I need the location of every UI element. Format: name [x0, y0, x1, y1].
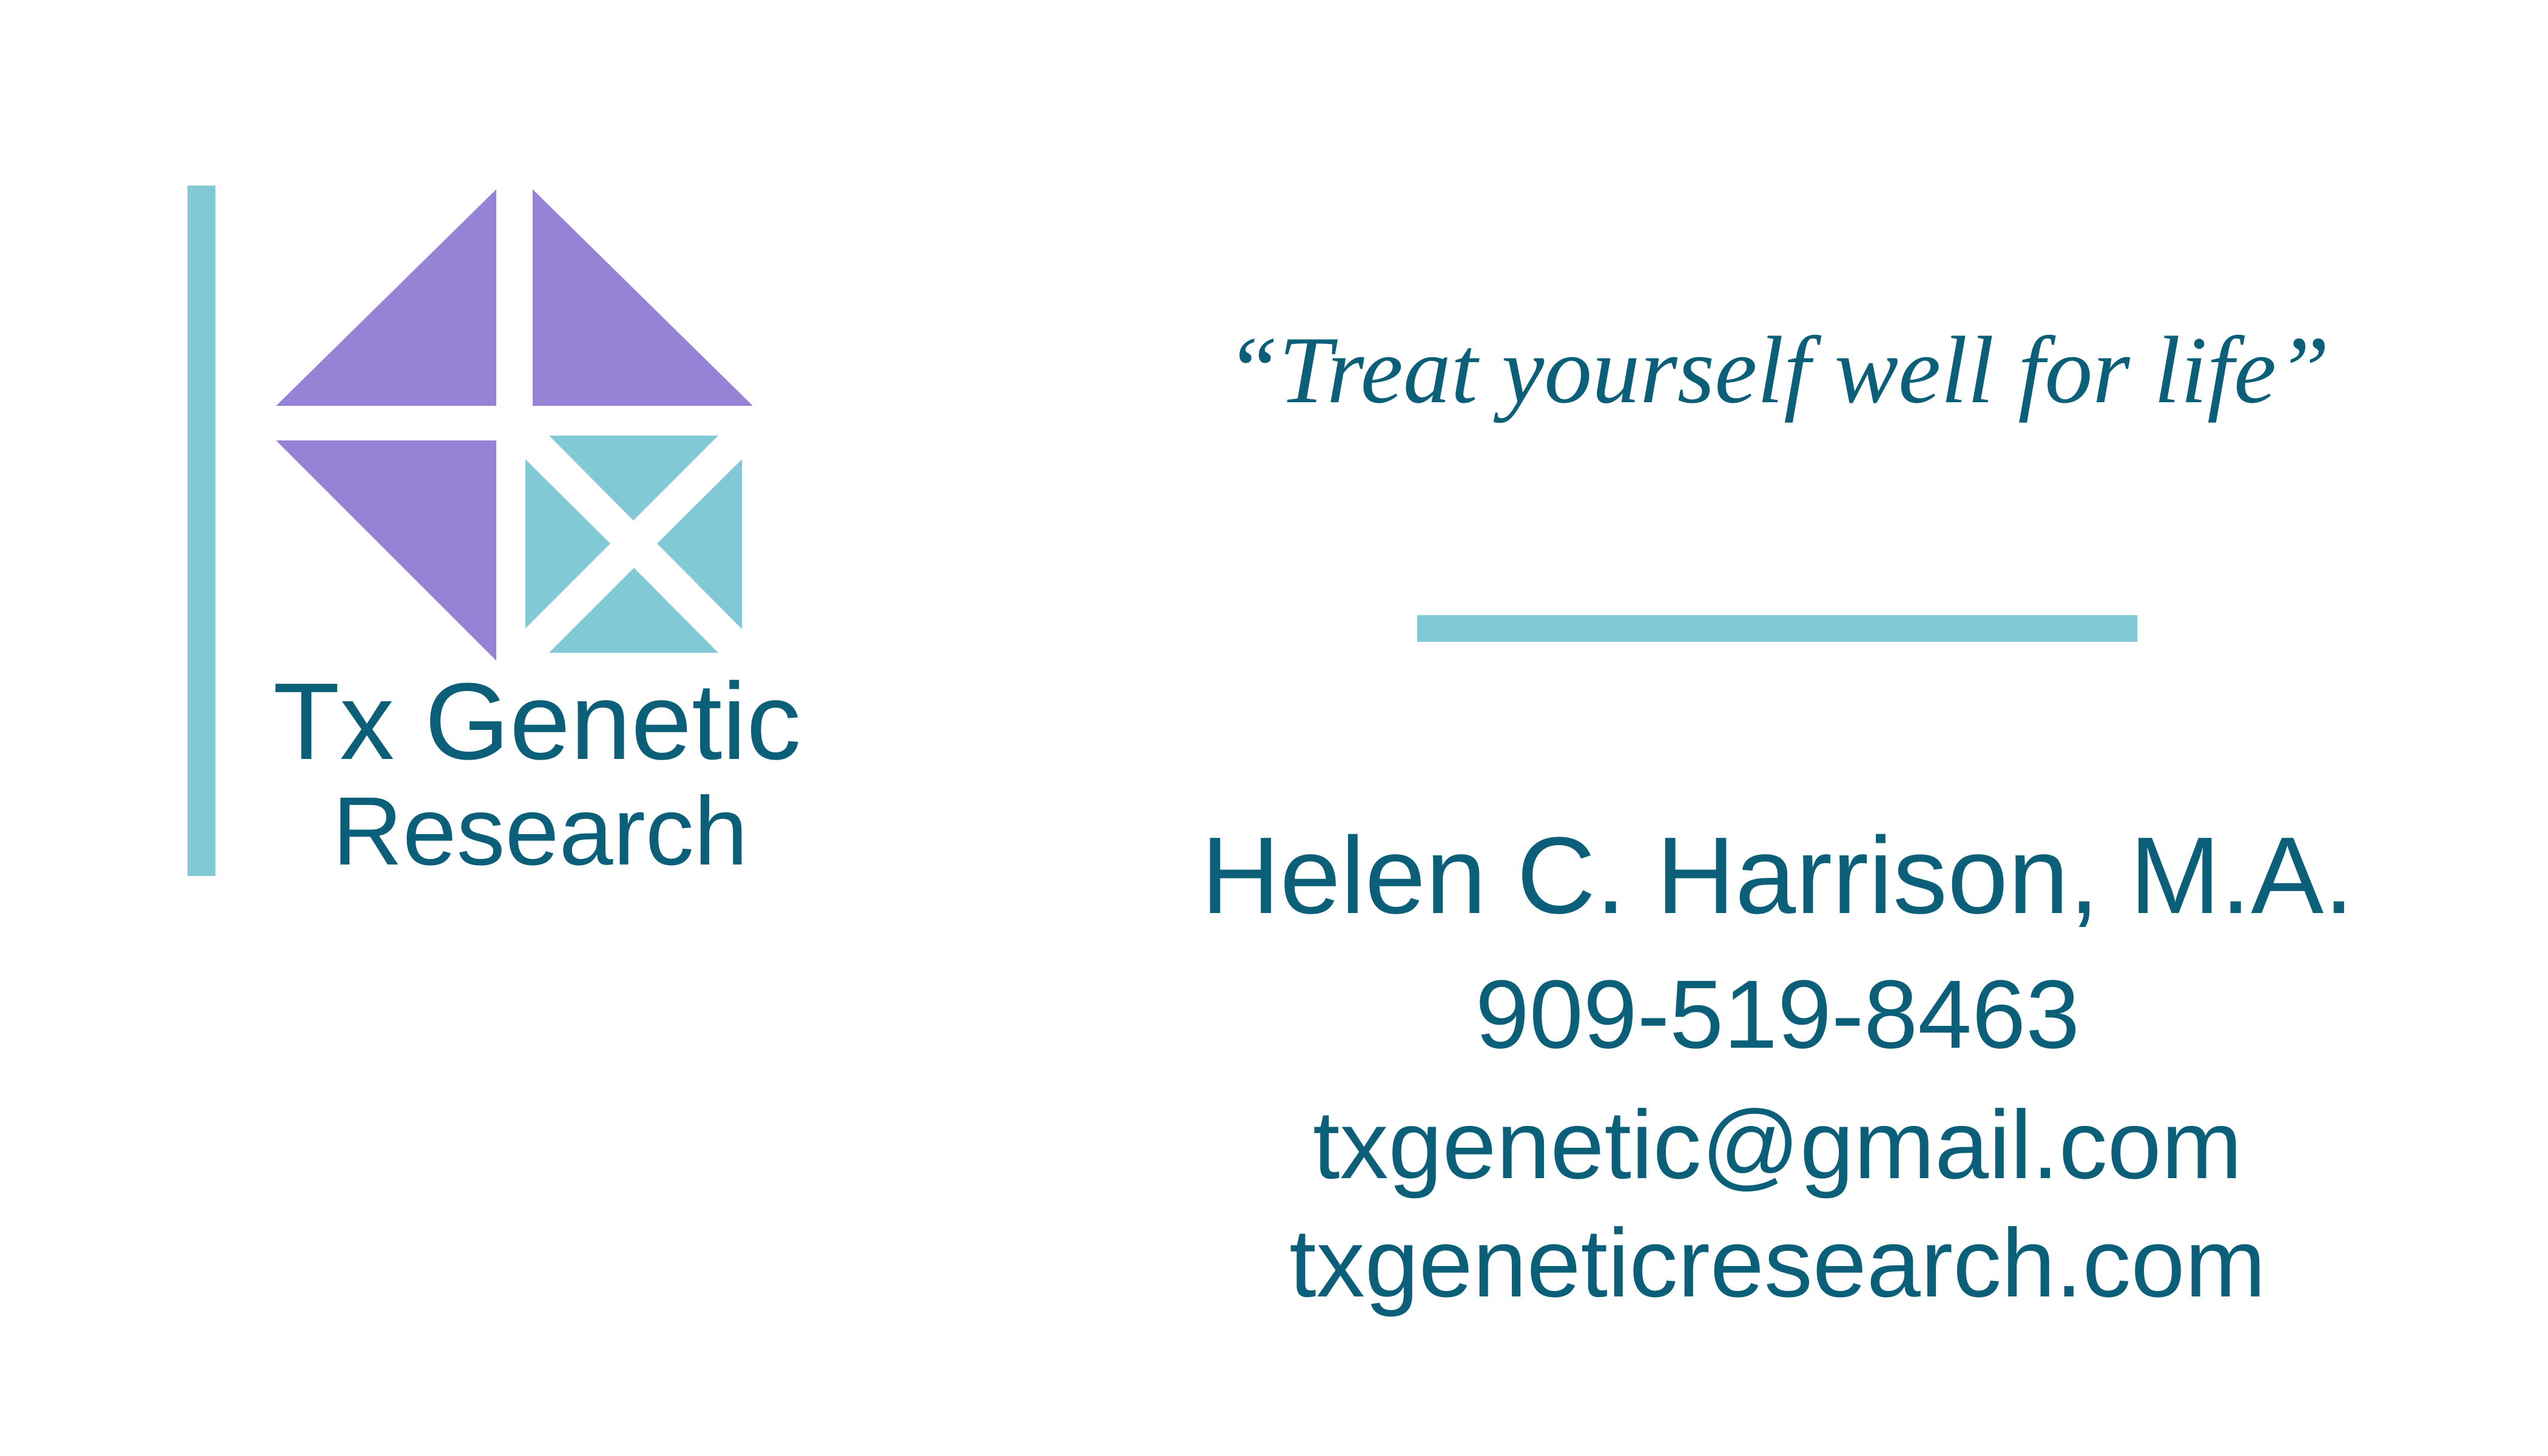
divider — [1417, 615, 2137, 642]
logo-vertical-bar — [187, 186, 215, 876]
logo-triangle-top-left — [276, 189, 496, 406]
company-name-line2: Research — [332, 777, 748, 885]
tagline: “Treat yourself well for life” — [1225, 317, 2330, 423]
contact-name: Helen C. Harrison, M.A. — [1201, 815, 2354, 937]
logo-triangle-bottom-left — [276, 440, 496, 661]
logo-teal-right — [657, 459, 742, 629]
logo-teal-left — [525, 459, 610, 629]
company-name-line1: Tx Genetic — [273, 661, 801, 783]
logo-teal-bottom — [549, 568, 718, 653]
contact-website: txgeneticresearch.com — [1289, 1208, 2266, 1317]
contact-email: txgenetic@gmail.com — [1313, 1090, 2242, 1199]
logo-teal-top — [549, 436, 718, 521]
logo-triangle-top-right — [533, 189, 753, 406]
contact-phone: 909-519-8463 — [1475, 960, 2080, 1068]
